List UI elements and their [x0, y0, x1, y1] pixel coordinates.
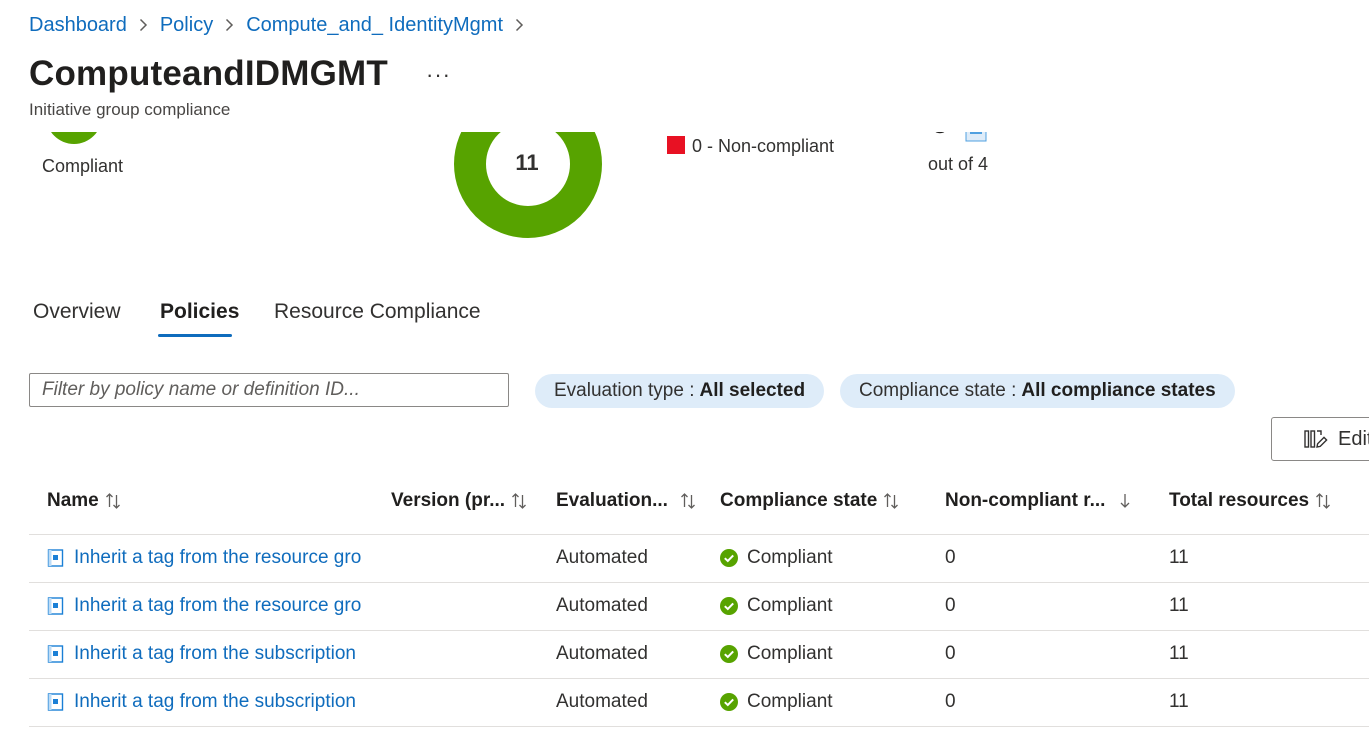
compliance-state-filter[interactable]: Compliance state : All compliance states	[840, 374, 1235, 408]
compliance-state-text: Compliant	[747, 643, 833, 664]
column-header-label: Name	[47, 490, 99, 511]
policy-document-icon	[47, 597, 64, 615]
policy-name-link[interactable]: Inherit a tag from the subscription	[74, 643, 356, 665]
tab-policies[interactable]: Policies	[160, 300, 239, 324]
evaluation-type-value: All selected	[699, 380, 806, 401]
row-divider	[29, 678, 1369, 679]
compliance-state-text: Compliant	[747, 547, 833, 568]
sort-arrows-icon	[1315, 492, 1331, 510]
policy-name-link[interactable]: Inherit a tag from the subscription	[74, 691, 356, 713]
evaluation-cell: Automated	[556, 595, 648, 616]
total-resources-cell: 11	[1169, 691, 1189, 712]
column-header-label: Total resources	[1169, 490, 1310, 511]
breadcrumb-policy[interactable]: Policy	[160, 14, 213, 37]
column-header-non-compliant-resources[interactable]: Non-compliant r...	[945, 490, 1131, 512]
page-subtitle: Initiative group compliance	[29, 100, 231, 119]
donut-center-count: 11	[515, 150, 539, 175]
tab-overview[interactable]: Overview	[33, 300, 121, 324]
policy-name-cell[interactable]: Inherit a tag from the resource gro	[47, 546, 377, 570]
column-header-total-resources[interactable]: Total resources	[1169, 490, 1331, 512]
check-circle-icon	[720, 693, 738, 711]
column-header-label: Version (pr...	[391, 490, 506, 511]
sort-arrows-icon	[511, 492, 527, 510]
compliance-state-value: All compliance states	[1021, 380, 1216, 401]
compliant-label: Compliant	[42, 156, 124, 176]
total-resources-cell: 11	[1169, 595, 1189, 616]
chevron-right-icon	[515, 18, 524, 32]
row-divider	[29, 582, 1369, 583]
more-options-button[interactable]: ···	[426, 62, 451, 88]
table-row[interactable]: Inherit a tag from the subscription Auto…	[0, 690, 1369, 714]
evaluation-type-label: Evaluation type :	[554, 380, 695, 401]
policy-name-link[interactable]: Inherit a tag from the resource gro	[74, 595, 361, 617]
policy-name-cell[interactable]: Inherit a tag from the resource gro	[47, 594, 377, 618]
check-circle-icon	[720, 597, 738, 615]
evaluation-type-filter[interactable]: Evaluation type : All selected	[535, 374, 825, 408]
non-compliant-cell: 0	[945, 691, 956, 712]
legend-non-compliant: 0 - Non-compliant	[692, 136, 835, 156]
evaluation-cell: Automated	[556, 547, 648, 568]
compliance-state-cell: Compliant	[720, 546, 833, 570]
compliance-state-cell: Compliant	[720, 594, 833, 618]
policy-name-cell[interactable]: Inherit a tag from the subscription	[47, 690, 377, 714]
column-header-compliance-state[interactable]: Compliance state	[720, 490, 899, 512]
sort-arrows-icon	[883, 492, 899, 510]
policy-name-cell[interactable]: Inherit a tag from the subscription	[47, 642, 377, 666]
check-circle-icon	[720, 645, 738, 663]
compliance-state-text: Compliant	[747, 595, 833, 616]
column-header-label: Evaluation...	[556, 490, 668, 511]
total-resources-cell: 11	[1169, 547, 1189, 568]
compliance-state-cell: Compliant	[720, 690, 833, 714]
table-row[interactable]: Inherit a tag from the resource gro Auto…	[0, 594, 1369, 618]
policy-document-icon	[47, 693, 64, 711]
row-divider	[29, 630, 1369, 631]
policy-name-link[interactable]: Inherit a tag from the resource gro	[74, 547, 361, 569]
column-header-label: Non-compliant r...	[945, 490, 1106, 511]
compliance-state-cell: Compliant	[720, 642, 833, 666]
sort-arrows-icon	[105, 492, 121, 510]
total-resources-cell: 11	[1169, 643, 1189, 664]
compliance-state-text: Compliant	[747, 691, 833, 712]
chevron-right-icon	[225, 18, 234, 32]
table-row[interactable]: Inherit a tag from the resource gro Auto…	[0, 546, 1369, 570]
evaluation-cell: Automated	[556, 691, 648, 712]
row-divider	[29, 534, 1369, 535]
column-header-name[interactable]: Name	[47, 490, 121, 512]
check-circle-icon	[720, 549, 738, 567]
policy-filter-input[interactable]	[29, 373, 509, 407]
edit-columns-button[interactable]: Edit	[1271, 417, 1369, 461]
count-out-of: out of 4	[928, 154, 989, 174]
column-header-evaluation[interactable]: Evaluation...	[556, 490, 696, 512]
page-title: ComputeandIDMGMT	[29, 54, 388, 93]
table-row[interactable]: Inherit a tag from the subscription Auto…	[0, 642, 1369, 666]
edit-columns-label: Edit	[1338, 427, 1369, 450]
non-compliant-cell: 0	[945, 643, 956, 664]
legend-non-compliant-swatch	[667, 136, 685, 154]
breadcrumb: Dashboard Policy Compute_and_ IdentityMg…	[29, 12, 536, 38]
compliance-state-label: Compliance state :	[859, 380, 1017, 401]
sort-arrows-icon	[680, 492, 696, 510]
policy-document-icon	[47, 645, 64, 663]
breadcrumb-dashboard[interactable]: Dashboard	[29, 14, 127, 37]
edit-columns-icon	[1304, 430, 1328, 448]
tab-resource-compliance[interactable]: Resource Compliance	[274, 300, 481, 324]
column-header-version[interactable]: Version (pr...	[391, 490, 527, 512]
arrow-down-icon	[1119, 492, 1131, 510]
evaluation-cell: Automated	[556, 643, 648, 664]
policy-document-icon	[47, 549, 64, 567]
chevron-right-icon	[139, 18, 148, 32]
breadcrumb-compute-identity[interactable]: Compute_and_ IdentityMgmt	[246, 14, 503, 37]
active-tab-indicator	[158, 334, 232, 337]
row-divider	[29, 726, 1369, 727]
column-header-label: Compliance state	[720, 490, 878, 511]
non-compliant-cell: 0	[945, 595, 956, 616]
non-compliant-cell: 0	[945, 547, 956, 568]
